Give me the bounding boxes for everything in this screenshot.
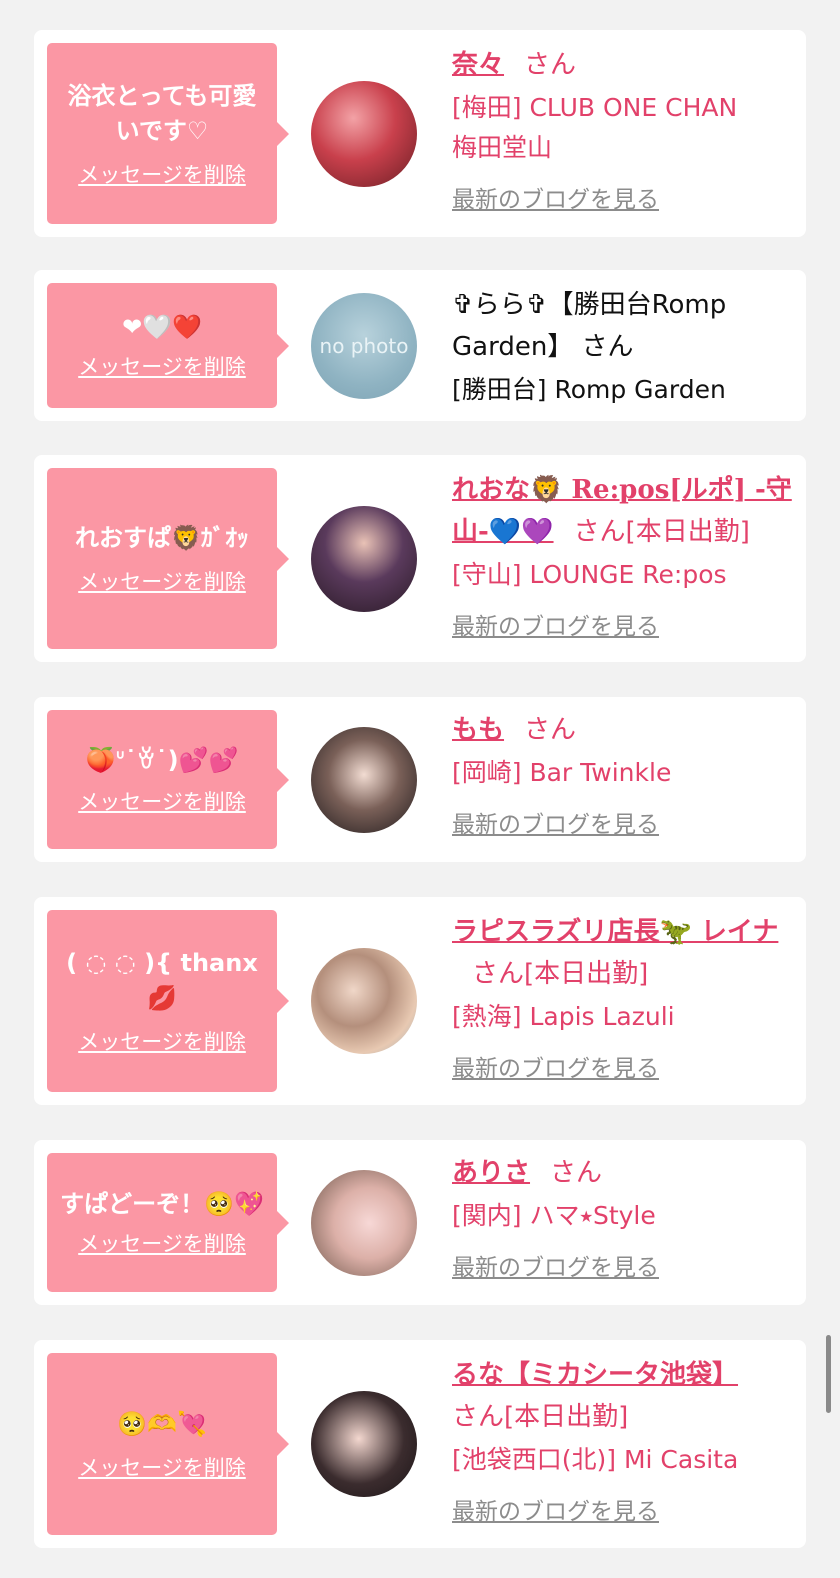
message-bubble: ❤🤍❤️ メッセージを削除 <box>47 283 289 408</box>
girl-name-link[interactable]: 奈々 <box>452 50 504 80</box>
girl-name-link[interactable]: ありさ <box>452 1158 530 1188</box>
shop-name: [関内] ハマ⭑Style <box>452 1201 656 1230</box>
name-suffix: さん <box>550 1158 603 1188</box>
delete-message-link[interactable]: メッセージを削除 <box>78 159 246 189</box>
shop-area: 梅田堂山 <box>452 133 553 162</box>
card-info: ありさ さん [関内] ハマ⭑Style 最新のブログを見る <box>452 1152 792 1282</box>
latest-blog-link[interactable]: 最新のブログを見る <box>452 180 659 214</box>
avatar[interactable] <box>311 727 417 833</box>
delete-message-link[interactable]: メッセージを削除 <box>78 1228 246 1258</box>
avatar[interactable] <box>311 948 417 1054</box>
delete-message-link[interactable]: メッセージを削除 <box>78 1026 246 1056</box>
message-card: 浴衣とっても可愛いです♡ メッセージを削除 奈々 さん [梅田] CLUB ONE… <box>34 30 806 237</box>
shop-name: [梅田] CLUB ONE CHAN <box>452 93 738 122</box>
latest-blog-link[interactable]: 最新のブログを見る <box>452 607 659 641</box>
shop-name: [池袋西口(北)] Mi Casita <box>452 1445 739 1474</box>
latest-blog-link[interactable]: 最新のブログを見る <box>452 1492 659 1526</box>
card-info: るな【ミカシータ池袋】 さん[本日出勤] [池袋西口(北)] Mi Casita… <box>452 1354 792 1526</box>
avatar[interactable] <box>311 506 417 612</box>
card-info: 奈々 さん [梅田] CLUB ONE CHAN 梅田堂山 最新のブログを見る <box>452 44 792 214</box>
message-text: 🍑ᐡ˙ꈊ˙)💕💕 <box>85 746 239 774</box>
no-photo-label: no photo <box>319 334 409 358</box>
name-suffix: さん <box>524 715 577 745</box>
name-suffix: さん[本日出勤] <box>573 517 750 547</box>
message-bubble: 🍑ᐡ˙ꈊ˙)💕💕 メッセージを削除 <box>47 710 289 849</box>
girl-name-link[interactable]: もも <box>452 715 504 745</box>
name-suffix: さん[本日出勤] <box>452 1402 629 1432</box>
message-bubble: 🥺🫶💘 メッセージを削除 <box>47 1353 289 1535</box>
message-text: すぱどーぞ！🥺💖 <box>60 1190 264 1218</box>
delete-message-link[interactable]: メッセージを削除 <box>78 351 246 381</box>
shop-name: [守山] LOUNGE Re:pos <box>452 560 727 589</box>
avatar[interactable] <box>311 81 417 187</box>
message-bubble: 浴衣とっても可愛いです♡ メッセージを削除 <box>47 43 289 224</box>
name-suffix: さん[本日出勤] <box>472 959 649 989</box>
avatar[interactable] <box>311 1170 417 1276</box>
avatar[interactable] <box>311 1391 417 1497</box>
delete-message-link[interactable]: メッセージを削除 <box>78 1452 246 1482</box>
shop-name: [岡崎] Bar Twinkle <box>452 758 672 787</box>
message-text: ( ◌ ◌ ){ thanx💋 <box>66 949 258 1012</box>
message-text: ❤🤍❤️ <box>122 313 202 341</box>
message-text: れおすぱ🦁ｶﾞｵｯ <box>75 524 249 552</box>
scrollbar[interactable] <box>826 1335 831 1413</box>
shop-name: [勝田台] Romp Garden <box>452 375 726 404</box>
card-info: れおな🦁 Re:pos[ルポ] -守山-💙💜 さん[本日出勤] [守山] LOUN… <box>452 469 792 641</box>
latest-blog-link[interactable]: 最新のブログを見る <box>452 1248 659 1282</box>
message-card: ❤🤍❤️ メッセージを削除 no photo ✞らら✞【勝田台Romp Gard… <box>34 270 806 421</box>
message-text: 🥺🫶💘 <box>117 1409 207 1438</box>
card-info: もも さん [岡崎] Bar Twinkle 最新のブログを見る <box>452 709 792 839</box>
message-card: 🍑ᐡ˙ꈊ˙)💕💕 メッセージを削除 もも さん [岡崎] Bar Twinkle … <box>34 697 806 862</box>
message-card: すぱどーぞ！🥺💖 メッセージを削除 ありさ さん [関内] ハマ⭑Style 最新… <box>34 1140 806 1305</box>
latest-blog-link[interactable]: 最新のブログを見る <box>452 1049 659 1083</box>
girl-name-link[interactable]: ラピスラズリ店長🦖 レイナ <box>452 917 778 947</box>
message-card: ( ◌ ◌ ){ thanx💋 メッセージを削除 ラピスラズリ店長🦖 レイナさん… <box>34 897 806 1105</box>
shop-name: [熱海] Lapis Lazuli <box>452 1002 675 1031</box>
name-suffix: さん <box>524 50 577 80</box>
delete-message-link[interactable]: メッセージを削除 <box>78 566 246 596</box>
message-bubble: すぱどーぞ！🥺💖 メッセージを削除 <box>47 1153 289 1292</box>
message-text: 浴衣とっても可愛いです♡ <box>67 81 257 145</box>
message-bubble: れおすぱ🦁ｶﾞｵｯ メッセージを削除 <box>47 468 289 649</box>
girl-name-link[interactable]: るな【ミカシータ池袋】 <box>452 1360 738 1390</box>
girl-name: ✞らら✞【勝田台Romp Garden】 さん <box>452 290 727 362</box>
message-card: 🥺🫶💘 メッセージを削除 るな【ミカシータ池袋】 さん[本日出勤] [池袋西口(… <box>34 1340 806 1548</box>
card-info: ラピスラズリ店長🦖 レイナさん[本日出勤] [熱海] Lapis Lazuli … <box>452 911 792 1083</box>
avatar[interactable]: no photo <box>311 293 417 399</box>
delete-message-link[interactable]: メッセージを削除 <box>78 786 246 816</box>
card-info: ✞らら✞【勝田台Romp Garden】 さん [勝田台] Romp Garde… <box>452 284 792 410</box>
message-bubble: ( ◌ ◌ ){ thanx💋 メッセージを削除 <box>47 910 289 1092</box>
latest-blog-link[interactable]: 最新のブログを見る <box>452 805 659 839</box>
message-card: れおすぱ🦁ｶﾞｵｯ メッセージを削除 れおな🦁 Re:pos[ルポ] -守山-💙… <box>34 455 806 662</box>
